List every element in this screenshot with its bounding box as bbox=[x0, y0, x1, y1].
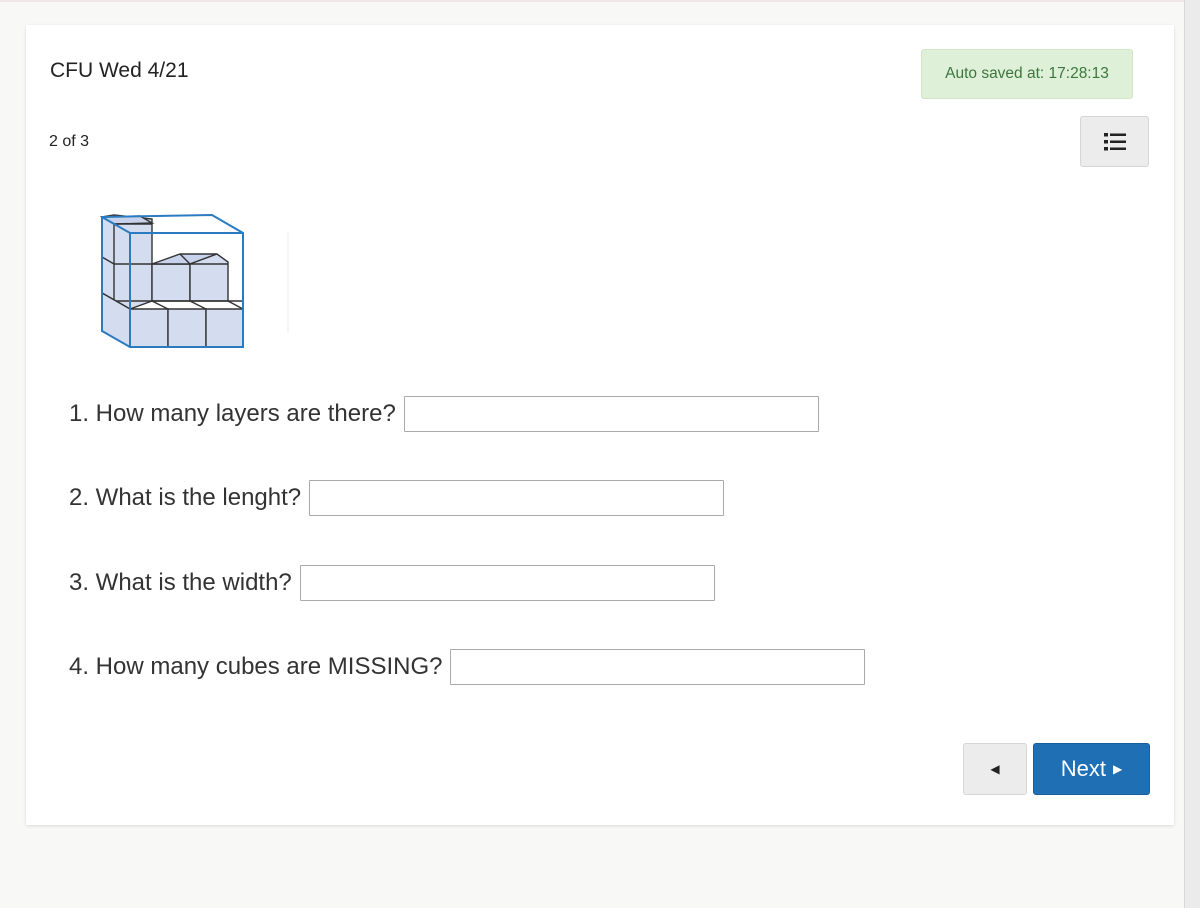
question-1: 1. How many layers are there? bbox=[69, 396, 819, 432]
scrollbar-track[interactable] bbox=[1184, 0, 1200, 908]
question-4-label: 4. How many cubes are MISSING? bbox=[69, 653, 443, 680]
question-3: 3. What is the width? bbox=[69, 565, 715, 601]
question-3-label: 3. What is the width? bbox=[69, 569, 292, 596]
question-2-label: 2. What is the lenght? bbox=[69, 484, 302, 511]
next-arrow-icon: ▶ bbox=[1113, 762, 1123, 776]
answer-4-input[interactable] bbox=[450, 649, 866, 685]
previous-arrow-icon: ◀ bbox=[990, 762, 1000, 776]
question-4: 4. How many cubes are MISSING? bbox=[69, 649, 866, 685]
answer-2-input[interactable] bbox=[309, 480, 725, 516]
question-2: 2. What is the lenght? bbox=[69, 480, 725, 516]
cube-figure bbox=[99, 213, 290, 353]
page-title: CFU Wed 4/21 bbox=[50, 59, 189, 82]
question-card: CFU Wed 4/21 Auto saved at: 17:28:13 2 o… bbox=[26, 25, 1174, 825]
previous-button[interactable]: ◀ bbox=[963, 743, 1027, 795]
autosave-badge: Auto saved at: 17:28:13 bbox=[921, 49, 1133, 99]
next-button[interactable]: Next ▶ bbox=[1033, 743, 1150, 795]
question-progress: 2 of 3 bbox=[49, 133, 90, 150]
autosave-text: Auto saved at: 17:28:13 bbox=[945, 65, 1109, 82]
next-button-label: Next bbox=[1060, 756, 1106, 781]
cube-prism-image bbox=[99, 213, 289, 349]
answer-1-input[interactable] bbox=[403, 396, 819, 432]
answer-3-input[interactable] bbox=[299, 565, 715, 601]
top-border bbox=[0, 0, 1200, 2]
question-1-label: 1. How many layers are there? bbox=[69, 400, 396, 427]
list-icon bbox=[1103, 132, 1126, 150]
question-list-button[interactable] bbox=[1080, 116, 1149, 167]
